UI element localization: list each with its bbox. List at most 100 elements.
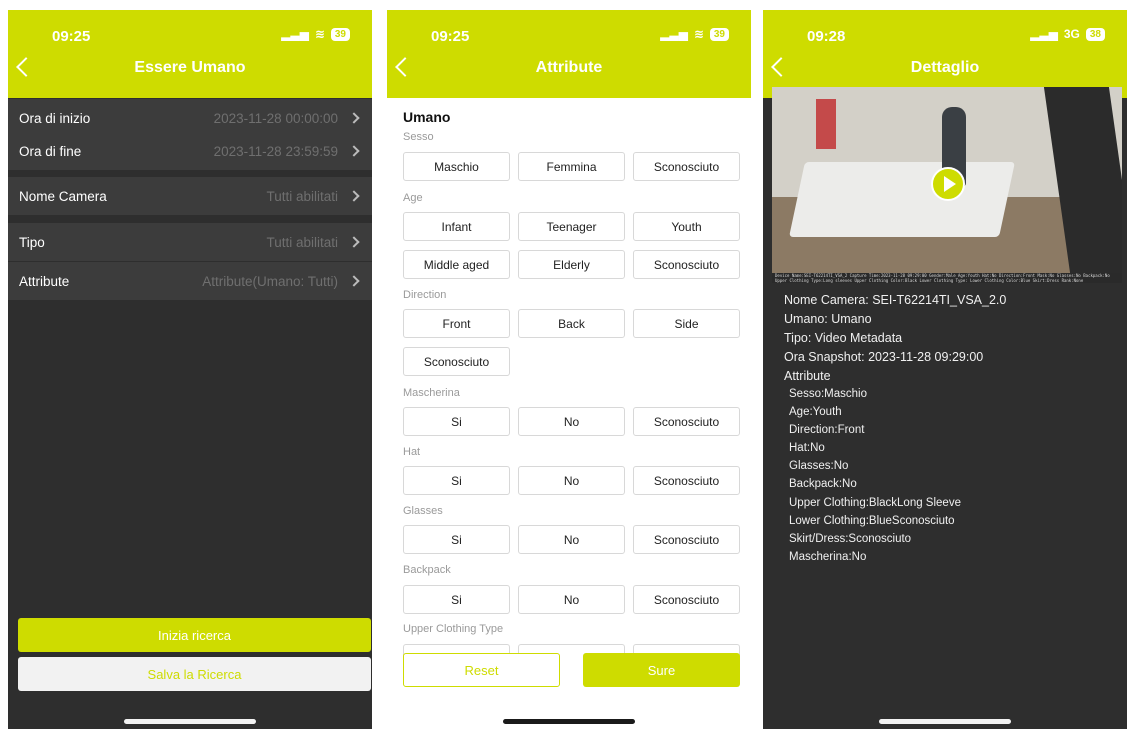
detail-snapshot-time: Ora Snapshot: 2023-11-28 09:29:00 [784, 350, 984, 364]
group-label-mascherina: Mascherina [403, 387, 460, 399]
group-label-direction: Direction [403, 289, 447, 301]
attribute-item: Age:Youth [789, 406, 842, 418]
signal-icon: ▂▃▅ [281, 27, 309, 41]
option-button[interactable]: Infant [403, 212, 510, 241]
row-type[interactable]: Tipo Tutti abilitati [8, 223, 372, 261]
option-button[interactable]: Elderly [518, 250, 625, 279]
group-label-age: Age [403, 192, 423, 204]
group-label-hat: Hat [403, 446, 421, 458]
network-label: 3G [1063, 27, 1080, 41]
group-label-sesso: Sesso [403, 131, 434, 143]
row-value: Attribute(Umano: Tutti) [202, 273, 338, 289]
attribute-item: Skirt/Dress:Sconosciuto [789, 533, 912, 545]
page-title: Attribute [535, 59, 603, 76]
row-value: Tutti abilitati [266, 188, 338, 204]
option-button[interactable]: Sconosciuto [633, 466, 740, 495]
battery-icon: 38 [1085, 27, 1105, 41]
attribute-item: Glasses:No [789, 460, 849, 472]
detail-screen: 09:28 ▂▃▅ 3G 38 Dettaglio Device Name:SE… [763, 10, 1127, 729]
attribute-item: Upper Clothing:BlackLong Sleeve [789, 497, 961, 509]
detail-camera-name: Nome Camera: SEI-T62214TI_VSA_2.0 [784, 293, 1007, 307]
option-button[interactable]: Sconosciuto [633, 407, 740, 436]
detail-type: Tipo: Video Metadata [784, 331, 903, 345]
attribute-item: Sesso:Maschio [789, 388, 867, 400]
option-button[interactable]: Back [518, 309, 625, 338]
chevron-right-icon [348, 275, 360, 287]
option-button[interactable]: Si [403, 585, 510, 614]
reset-button[interactable]: Reset [403, 653, 560, 687]
attribute-item: Direction:Front [789, 424, 865, 436]
row-label: Nome Camera [19, 188, 107, 204]
start-search-button[interactable]: Inizia ricerca [18, 618, 371, 652]
video-table [789, 162, 1015, 237]
wifi-icon: ≋ [314, 27, 325, 41]
row-value: Tutti abilitati [266, 234, 338, 250]
option-button[interactable]: Si [403, 525, 510, 554]
home-indicator[interactable] [503, 719, 635, 724]
option-button[interactable]: Middle aged [403, 250, 510, 279]
row-end-time[interactable]: Ora di fine 2023-11-28 23:59:59 [8, 132, 372, 170]
battery-icon: 39 [330, 27, 350, 41]
status-time: 09:25 [431, 28, 470, 45]
option-button[interactable]: Maschio [403, 152, 510, 181]
option-button[interactable]: Sconosciuto [633, 525, 740, 554]
row-camera-name[interactable]: Nome Camera Tutti abilitati [8, 177, 372, 215]
sure-button[interactable]: Sure [583, 653, 740, 687]
row-value: 2023-11-28 23:59:59 [213, 143, 338, 159]
option-button[interactable]: Teenager [518, 212, 625, 241]
attribute-screen: 09:25 ▂▃▅ ≋ 39 Attribute Umano Sesso Mas… [387, 10, 751, 729]
option-button[interactable]: No [518, 585, 625, 614]
status-icons: ▂▃▅ ≋ 39 [281, 27, 350, 41]
group-label-backpack: Backpack [403, 564, 451, 576]
chevron-right-icon [348, 236, 360, 248]
video-overlay-text: Device Name:SEI-T62214TI_VSA_2 Capture T… [772, 273, 1122, 283]
status-time: 09:28 [807, 28, 846, 45]
row-attribute[interactable]: Attribute Attribute(Umano: Tutti) [8, 262, 372, 300]
option-button[interactable]: No [518, 407, 625, 436]
status-icons: ▂▃▅ ≋ 39 [660, 27, 729, 41]
row-value: 2023-11-28 00:00:00 [213, 110, 338, 126]
option-button[interactable]: Sconosciuto [633, 585, 740, 614]
video-wall-picture [816, 99, 836, 149]
header: 09:25 ▂▃▅ ≋ 39 Attribute [387, 10, 751, 98]
status-icons: ▂▃▅ 3G 38 [1030, 27, 1105, 41]
home-indicator[interactable] [879, 719, 1011, 724]
option-button[interactable]: Youth [633, 212, 740, 241]
section-title: Umano [403, 109, 451, 125]
home-indicator[interactable] [124, 719, 256, 724]
option-button[interactable]: Si [403, 407, 510, 436]
search-screen: 09:25 ▂▃▅ ≋ 39 Essere Umano Ora di inizi… [8, 10, 372, 729]
detail-attribute-heading: Attribute [784, 369, 831, 383]
option-button[interactable]: No [518, 466, 625, 495]
battery-icon: 39 [709, 27, 729, 41]
detail-human: Umano: Umano [784, 312, 872, 326]
option-button[interactable]: Sconosciuto [633, 250, 740, 279]
row-label: Attribute [19, 273, 70, 289]
option-button[interactable]: Front [403, 309, 510, 338]
page-title: Dettaglio [910, 59, 980, 76]
video-snapshot[interactable]: Device Name:SEI-T62214TI_VSA_2 Capture T… [772, 87, 1122, 283]
group-label-glasses: Glasses [403, 505, 443, 517]
save-search-button[interactable]: Salva la Ricerca [18, 657, 371, 691]
header: 09:25 ▂▃▅ ≋ 39 Essere Umano [8, 10, 372, 98]
row-label: Ora di inizio [19, 110, 91, 126]
option-button[interactable]: Si [403, 466, 510, 495]
attribute-item: Lower Clothing:BlueSconosciuto [789, 515, 955, 527]
header: 09:28 ▂▃▅ 3G 38 Dettaglio [763, 10, 1127, 98]
row-label: Ora di fine [19, 143, 82, 159]
option-button[interactable]: No [518, 525, 625, 554]
option-button[interactable]: Side [633, 309, 740, 338]
chevron-right-icon [348, 112, 360, 124]
page-title: Essere Umano [134, 59, 246, 76]
attribute-item: Mascherina:No [789, 551, 867, 563]
signal-icon: ▂▃▅ [1030, 27, 1058, 41]
wifi-icon: ≋ [693, 27, 704, 41]
group-label-upper-clothing: Upper Clothing Type [403, 623, 504, 635]
play-button[interactable] [931, 167, 965, 201]
option-button[interactable]: Femmina [518, 152, 625, 181]
status-time: 09:25 [52, 28, 91, 45]
play-icon [944, 176, 956, 192]
option-button[interactable]: Sconosciuto [403, 347, 510, 376]
option-button[interactable]: Sconosciuto [633, 152, 740, 181]
attribute-item: Backpack:No [789, 478, 857, 490]
